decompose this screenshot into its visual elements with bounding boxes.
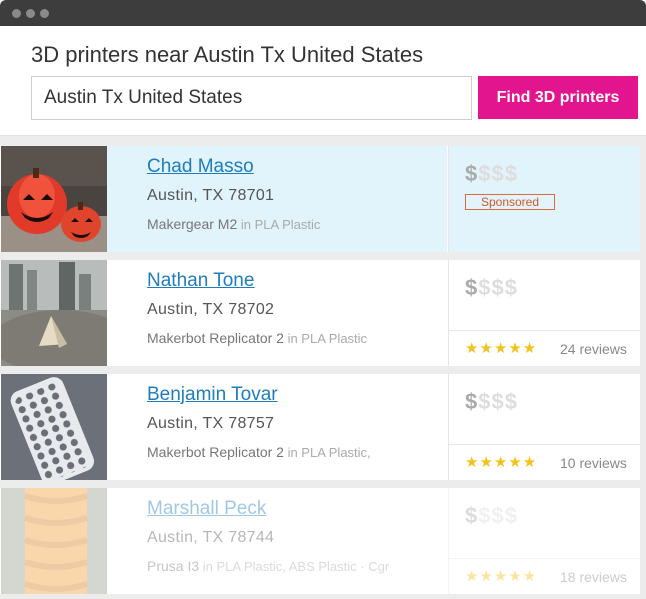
materials-extra: · Cgr [356,559,390,574]
printer-model: Makerbot Replicator 2 [147,444,284,460]
location-text: Austin, TX 78744 [147,529,275,546]
star-rating: ★★★★★ [465,568,538,585]
result-row: Nathan Tone Austin, TX 78702 Makerbot Re… [0,260,641,366]
printer-meta: Prusa I3 in PLA Plastic, ABS Plastic · C… [147,558,389,574]
result-row: Marshall Peck Austin, TX 78744 Prusa I3 … [0,488,641,594]
price-off: $$$ [478,161,518,186]
reviews-count[interactable]: 18 reviews [560,569,627,585]
materials-text: in PLA Plastic [283,331,368,346]
side-divider [449,330,641,331]
price-level: $$$$ [465,161,518,187]
window-close-dot[interactable] [12,9,21,18]
pyramid-print-photo[interactable] [1,260,107,366]
star-rating: ★★★★★ [465,340,538,357]
price-off: $$$ [478,389,518,414]
printer-model: Makerbot Replicator 2 [147,330,284,346]
window-minimize-dot[interactable] [26,9,35,18]
price-level: $$$$ [465,275,518,301]
result-info: Chad Masso Austin, TX 78701 Makergear M2… [107,146,447,252]
page-title: 3D printers near Austin Tx United States [31,42,424,67]
result-side: $$$$ ★★★★★ 24 reviews [448,260,641,366]
printer-owner-link[interactable]: Nathan Tone [147,270,254,292]
price-on: $ [465,161,479,186]
window-zoom-dot[interactable] [40,9,49,18]
printer-owner-link[interactable]: Chad Masso [147,156,254,178]
printer-model: Makergear M2 [147,216,238,232]
price-on: $ [465,389,479,414]
printer-meta: Makergear M2 in PLA Plastic [147,216,320,232]
price-on: $ [465,503,479,528]
price-off: $$$ [478,503,518,528]
price-level: $$$$ [465,503,518,529]
sponsored-badge: Sponsored [465,194,555,210]
location-text: Austin, TX 78702 [147,301,275,318]
reviews-count[interactable]: 10 reviews [560,455,627,471]
location-search-input[interactable] [31,76,472,120]
result-side: $$$$ ★★★★★ 18 reviews [448,488,641,594]
result-info: Nathan Tone Austin, TX 78702 Makerbot Re… [107,260,447,366]
orange-twist-vase-photo[interactable] [1,488,107,594]
search-header: 3D printers near Austin Tx United States… [0,26,646,136]
materials-text: in PLA Plastic [237,217,321,232]
materials-text: in PLA Plastic, ABS Plastic [199,559,357,574]
result-row: Benjamin Tovar Austin, TX 78757 Makerbot… [0,374,641,480]
jack-o-lantern-photo[interactable] [1,146,107,252]
price-level: $$$$ [465,389,518,415]
reviews-count[interactable]: 24 reviews [560,341,627,357]
result-side: $$$$ Sponsored [448,146,640,252]
printer-model: Prusa I3 [147,558,200,574]
printer-owner-link[interactable]: Marshall Peck [147,498,266,520]
location-text: Austin, TX 78757 [147,415,275,432]
results-list: Chad Masso Austin, TX 78701 Makergear M2… [0,136,646,599]
result-side: $$$$ ★★★★★ 10 reviews [448,374,641,480]
price-on: $ [465,275,479,300]
printer-meta: Makerbot Replicator 2 in PLA Plastic [147,330,367,346]
side-divider [449,558,641,559]
materials-text: in PLA Plastic, [283,445,371,460]
location-text: Austin, TX 78701 [147,187,275,204]
find-printers-button[interactable]: Find 3D printers [478,76,638,119]
result-row: Chad Masso Austin, TX 78701 Makergear M2… [0,146,640,252]
price-off: $$$ [478,275,518,300]
result-info: Benjamin Tovar Austin, TX 78757 Makerbot… [107,374,447,480]
result-info: Marshall Peck Austin, TX 78744 Prusa I3 … [107,488,447,594]
side-divider [449,444,641,445]
phone-case-photo[interactable] [1,374,107,480]
window-titlebar [0,0,646,26]
star-rating: ★★★★★ [465,454,538,471]
printer-meta: Makerbot Replicator 2 in PLA Plastic, [147,444,371,460]
printer-owner-link[interactable]: Benjamin Tovar [147,384,278,406]
